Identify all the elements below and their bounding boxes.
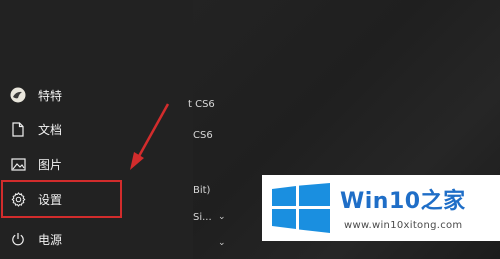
watermark-title-zh: 之家 <box>420 189 466 214</box>
documents-label: 文档 <box>38 122 63 137</box>
app-list-row-1[interactable]: t CS6 <box>188 99 215 110</box>
watermark-logo: Win10之家 www.win10xitong.com <box>262 175 500 241</box>
settings-highlight-box <box>1 180 122 218</box>
power-item[interactable]: 电源 <box>0 224 193 254</box>
watermark-url: www.win10xitong.com <box>344 220 463 231</box>
watermark-title: Win10之家 <box>340 183 466 215</box>
document-icon <box>10 121 26 137</box>
power-label: 电源 <box>38 232 63 247</box>
watermark-title-en: Win10 <box>340 189 421 214</box>
chevron-down-icon[interactable]: ⌄ <box>218 212 226 222</box>
pictures-label: 图片 <box>38 157 63 172</box>
user-avatar-icon <box>10 87 26 103</box>
windows-logo-icon <box>272 183 330 233</box>
power-icon <box>10 231 26 247</box>
app-list-row-2[interactable]: CS6 <box>193 130 213 141</box>
annotation-arrow-icon <box>130 103 170 170</box>
chevron-down-icon[interactable]: ⌄ <box>218 238 226 248</box>
app-list-row-3[interactable]: Bit) <box>193 185 210 196</box>
picture-icon <box>10 156 26 172</box>
user-name: 特特 <box>38 88 63 103</box>
app-list-row-4[interactable]: Si... <box>193 212 212 223</box>
